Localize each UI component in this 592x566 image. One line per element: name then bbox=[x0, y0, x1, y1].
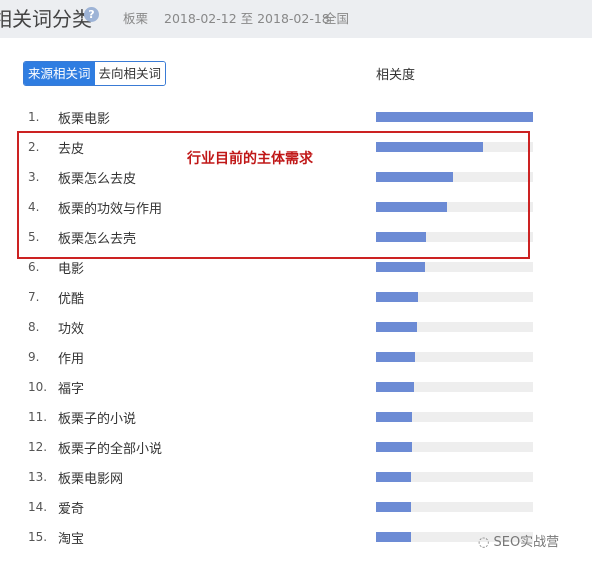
relevance-bar-track bbox=[376, 352, 533, 362]
watermark-text: SEO实战营 bbox=[493, 535, 560, 550]
relevance-bar bbox=[376, 262, 425, 272]
watermark: ◌ SEO实战营 bbox=[478, 531, 559, 550]
rank: 12. bbox=[28, 440, 48, 454]
tab-source-words[interactable]: 来源相关词 bbox=[24, 62, 95, 85]
keyword-link[interactable]: 板栗电影 bbox=[58, 108, 110, 127]
list-item: 7. 优酷 bbox=[0, 287, 592, 307]
annotation-text: 行业目前的主体需求 bbox=[187, 151, 313, 167]
relevance-bar-track bbox=[376, 322, 533, 332]
keyword-link[interactable]: 福字 bbox=[58, 378, 84, 397]
keyword-link[interactable]: 淘宝 bbox=[58, 528, 84, 547]
relevance-bar bbox=[376, 352, 416, 362]
relevance-bar bbox=[376, 532, 411, 542]
keyword-link[interactable]: 功效 bbox=[58, 318, 84, 337]
keyword-link[interactable]: 板栗子的小说 bbox=[58, 408, 136, 427]
relevance-bar bbox=[376, 472, 411, 482]
relevance-bar bbox=[376, 502, 411, 512]
tab-group: 来源相关词 去向相关词 bbox=[23, 61, 167, 86]
list-item: 6. 电影 bbox=[0, 257, 592, 277]
rank: 6. bbox=[28, 260, 40, 274]
keyword-link[interactable]: 板栗电影网 bbox=[58, 468, 123, 487]
date-range[interactable]: 2018-02-12 至 2018-02-18 bbox=[164, 8, 330, 27]
relevance-bar bbox=[376, 412, 413, 422]
relevance-bar bbox=[376, 382, 414, 392]
list-item: 1. 板栗电影 bbox=[0, 107, 592, 127]
region-label[interactable]: 全国 bbox=[324, 8, 349, 27]
keyword-link[interactable]: 作用 bbox=[58, 348, 84, 367]
list-item: 14. 爱奇 bbox=[0, 497, 592, 517]
tab-destination-words[interactable]: 去向相关词 bbox=[94, 62, 166, 85]
relevance-bar-track bbox=[376, 382, 533, 392]
relevance-bar bbox=[376, 112, 533, 122]
rank: 15. bbox=[28, 530, 48, 544]
list-item: 10. 福字 bbox=[0, 377, 592, 397]
rank: 9. bbox=[28, 350, 40, 364]
relevance-bar bbox=[376, 322, 417, 332]
relevance-bar-track bbox=[376, 262, 533, 272]
relevance-bar-track bbox=[376, 412, 533, 422]
header-bar: 相关词分类 ? 板栗 2018-02-12 至 2018-02-18 全国 bbox=[0, 0, 592, 38]
rank: 8. bbox=[28, 320, 40, 334]
list-item: 9. 作用 bbox=[0, 347, 592, 367]
wechat-icon: ◌ bbox=[478, 535, 490, 550]
keyword-link[interactable]: 板栗子的全部小说 bbox=[58, 438, 162, 457]
rank: 7. bbox=[28, 290, 40, 304]
keyword-link[interactable]: 爱奇 bbox=[58, 498, 84, 517]
relevance-bar-track bbox=[376, 292, 533, 302]
relevance-bar bbox=[376, 442, 413, 452]
keyword-link[interactable]: 电影 bbox=[58, 258, 84, 277]
relevance-bar-track bbox=[376, 472, 533, 482]
relevance-bar-track bbox=[376, 112, 533, 122]
rank: 11. bbox=[28, 410, 48, 424]
rank: 14. bbox=[28, 500, 48, 514]
list-item: 8. 功效 bbox=[0, 317, 592, 337]
list-item: 11. 板栗子的小说 bbox=[0, 407, 592, 427]
question-circle-icon[interactable]: ? bbox=[84, 7, 99, 22]
keyword-link[interactable]: 优酷 bbox=[58, 288, 84, 307]
relevance-bar bbox=[376, 292, 419, 302]
rank: 1. bbox=[28, 110, 40, 124]
relevance-bar-track bbox=[376, 502, 533, 512]
relevance-bar-track bbox=[376, 442, 533, 452]
rank: 10. bbox=[28, 380, 48, 394]
page-title: 相关词分类 bbox=[0, 7, 92, 31]
rank: 13. bbox=[28, 470, 48, 484]
keyword-label: 板栗 bbox=[123, 11, 149, 26]
list-item: 13. 板栗电影网 bbox=[0, 467, 592, 487]
list-item: 12. 板栗子的全部小说 bbox=[0, 437, 592, 457]
relevance-column-header: 相关度 bbox=[376, 68, 416, 83]
